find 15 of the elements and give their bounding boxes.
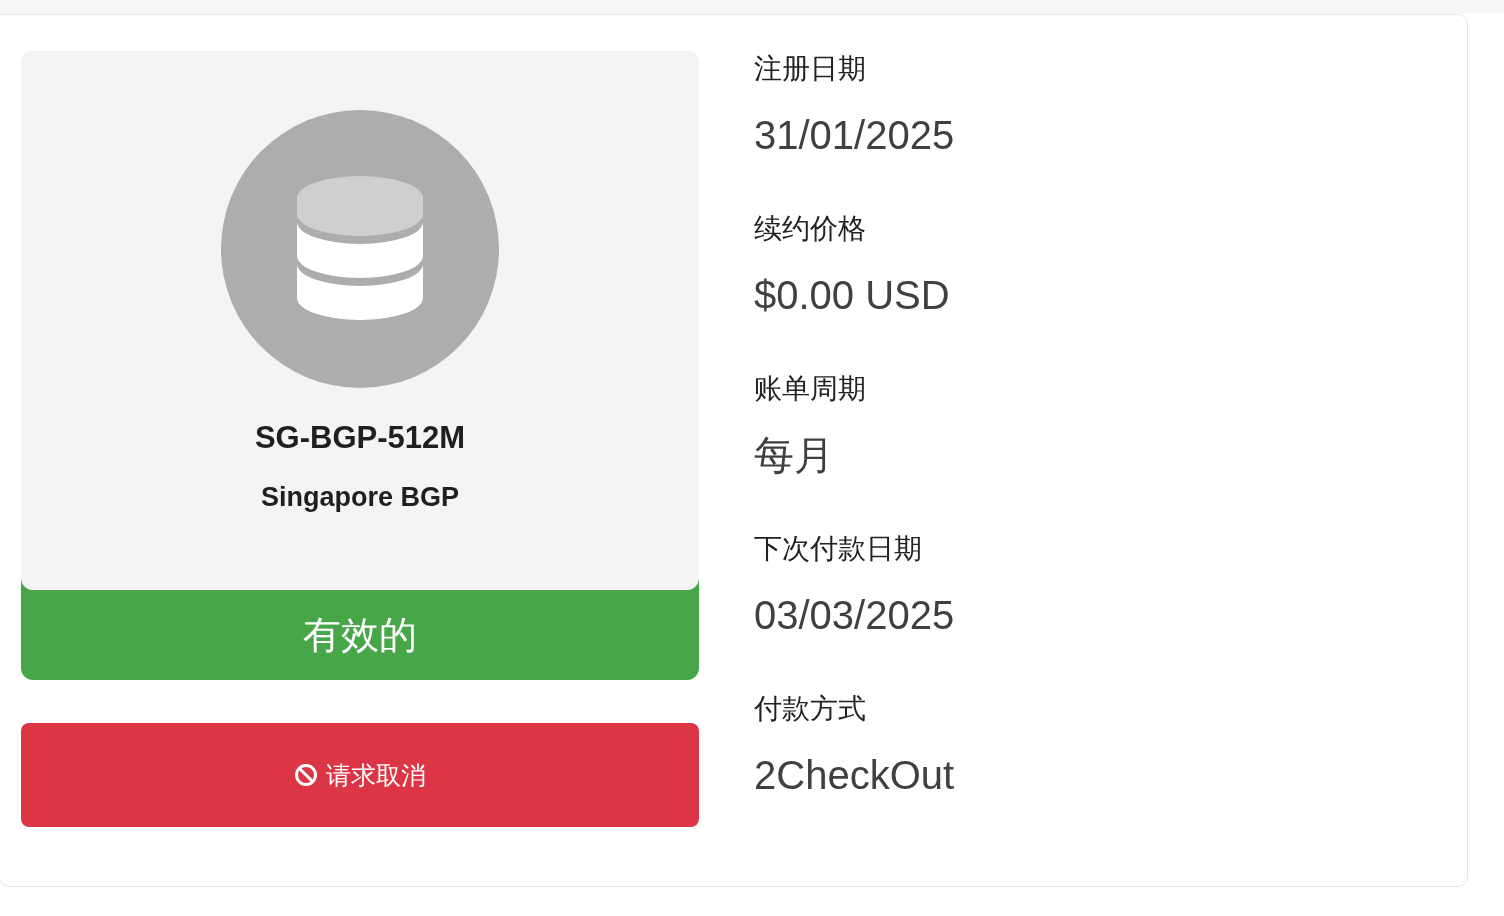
detail-value: $0.00 USD — [754, 272, 951, 319]
detail-label: 续约价格 — [754, 212, 867, 246]
database-icon — [221, 110, 499, 388]
detail-value: 31/01/2025 — [754, 112, 955, 159]
product-group: Singapore BGP — [261, 482, 459, 512]
detail-value: 2CheckOut — [754, 752, 955, 799]
product-name: SG-BGP-512M — [254, 421, 466, 455]
detail-label: 注册日期 — [754, 52, 867, 86]
detail-label: 账单周期 — [754, 372, 867, 406]
detail-value: 03/03/2025 — [754, 592, 955, 639]
detail-value: 每月 — [754, 432, 835, 479]
detail-label: 付款方式 — [754, 692, 867, 726]
detail-label: 下次付款日期 — [754, 532, 923, 566]
ban-icon — [294, 763, 318, 787]
cancel-request-button[interactable]: 请求取消 — [21, 723, 699, 827]
